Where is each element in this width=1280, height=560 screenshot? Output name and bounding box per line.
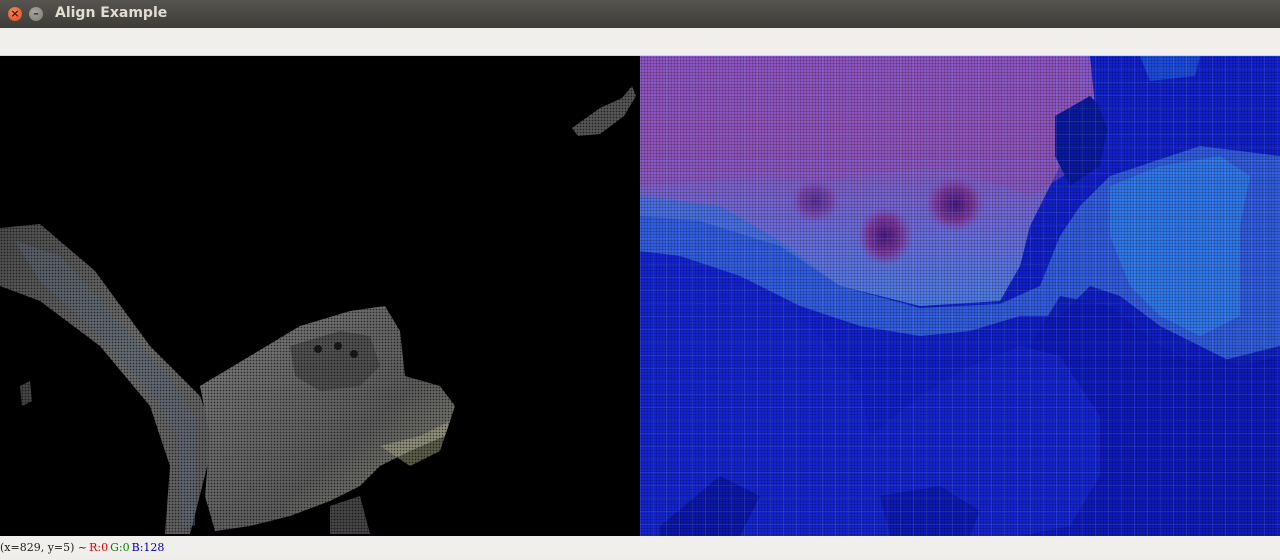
cursor-coordinates: (x=829, y=5) ~	[0, 541, 88, 554]
image-viewport[interactable]	[0, 56, 1280, 536]
close-icon[interactable]: ×	[8, 7, 22, 21]
green-value: G:0	[110, 541, 130, 554]
color-frame-canvas	[0, 56, 640, 536]
window-titlebar[interactable]: × – Align Example	[0, 0, 1280, 28]
aligned-color-image[interactable]	[0, 56, 640, 536]
blue-value: B:128	[131, 541, 165, 554]
status-bar: (x=829, y=5) ~ R:0 G:0 B:128	[0, 536, 1280, 556]
red-value: R:0	[89, 541, 109, 554]
toolbar	[0, 28, 1280, 56]
minimize-icon[interactable]: –	[29, 7, 43, 21]
depth-colormap-image[interactable]	[640, 56, 1280, 536]
depth-frame-canvas	[640, 56, 1280, 536]
window-title: Align Example	[55, 5, 168, 21]
